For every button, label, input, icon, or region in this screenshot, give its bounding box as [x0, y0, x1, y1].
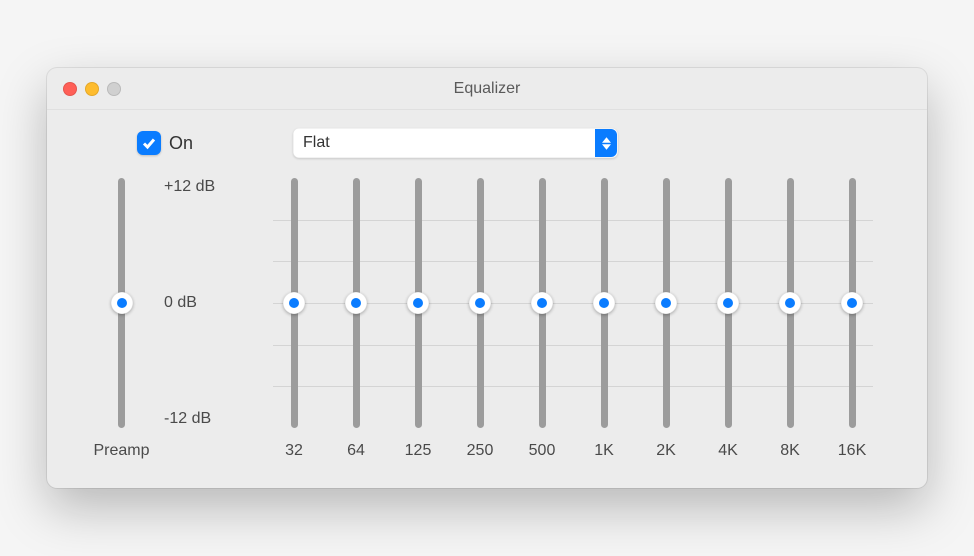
slider-knob[interactable] — [345, 292, 367, 314]
on-checkbox-wrap: On — [137, 131, 193, 155]
checkmark-icon — [141, 135, 157, 151]
window-title: Equalizer — [454, 80, 521, 98]
close-icon[interactable] — [63, 82, 77, 96]
band-slider[interactable] — [593, 178, 615, 428]
band-label: 16K — [838, 442, 866, 460]
preamp-slider-column: Preamp — [91, 178, 152, 460]
slider-knob[interactable] — [779, 292, 801, 314]
on-label: On — [169, 133, 193, 154]
band-sliders: 32 64 125 250 — [263, 178, 883, 460]
band-slider-250: 250 — [449, 178, 511, 460]
band-label: 32 — [285, 442, 303, 460]
band-label: 64 — [347, 442, 365, 460]
eq-area: Preamp +12 dB 0 dB -12 dB 32 — [47, 168, 927, 488]
controls-row: On Flat — [47, 110, 927, 168]
minimize-icon[interactable] — [85, 82, 99, 96]
band-label: 4K — [718, 442, 738, 460]
band-slider-4k: 4K — [697, 178, 759, 460]
db-label-bot: -12 dB — [164, 410, 231, 428]
band-slider-500: 500 — [511, 178, 573, 460]
band-label: 8K — [780, 442, 800, 460]
slider-knob[interactable] — [111, 292, 133, 314]
preset-select[interactable]: Flat — [293, 128, 618, 158]
equalizer-window: Equalizer On Flat Preamp +12 dB — [47, 68, 927, 488]
band-slider-16k: 16K — [821, 178, 883, 460]
band-slider[interactable] — [283, 178, 305, 428]
band-slider-32: 32 — [263, 178, 325, 460]
band-label: 500 — [529, 442, 556, 460]
band-label: 250 — [467, 442, 494, 460]
slider-knob[interactable] — [283, 292, 305, 314]
band-label: 1K — [594, 442, 614, 460]
band-slider[interactable] — [655, 178, 677, 428]
db-label-mid: 0 dB — [164, 294, 231, 312]
preamp-slider[interactable] — [111, 178, 133, 428]
on-checkbox[interactable] — [137, 131, 161, 155]
slider-knob[interactable] — [469, 292, 491, 314]
band-slider-2k: 2K — [635, 178, 697, 460]
db-labels: +12 dB 0 dB -12 dB — [152, 178, 231, 428]
band-slider-8k: 8K — [759, 178, 821, 460]
slider-knob[interactable] — [593, 292, 615, 314]
band-slider[interactable] — [717, 178, 739, 428]
db-label-top: +12 dB — [164, 178, 231, 196]
band-slider[interactable] — [531, 178, 553, 428]
band-slider-1k: 1K — [573, 178, 635, 460]
slider-knob[interactable] — [655, 292, 677, 314]
slider-knob[interactable] — [717, 292, 739, 314]
titlebar: Equalizer — [47, 68, 927, 110]
preamp-label: Preamp — [94, 442, 150, 460]
slider-knob[interactable] — [531, 292, 553, 314]
traffic-lights — [63, 82, 121, 96]
band-slider[interactable] — [841, 178, 863, 428]
band-label: 2K — [656, 442, 676, 460]
band-slider[interactable] — [469, 178, 491, 428]
zoom-icon[interactable] — [107, 82, 121, 96]
band-slider-64: 64 — [325, 178, 387, 460]
band-slider[interactable] — [779, 178, 801, 428]
band-slider[interactable] — [407, 178, 429, 428]
slider-knob[interactable] — [407, 292, 429, 314]
preset-value: Flat — [303, 134, 330, 152]
band-slider-125: 125 — [387, 178, 449, 460]
band-label: 125 — [405, 442, 432, 460]
select-arrows-icon — [595, 129, 617, 157]
band-slider[interactable] — [345, 178, 367, 428]
slider-knob[interactable] — [841, 292, 863, 314]
